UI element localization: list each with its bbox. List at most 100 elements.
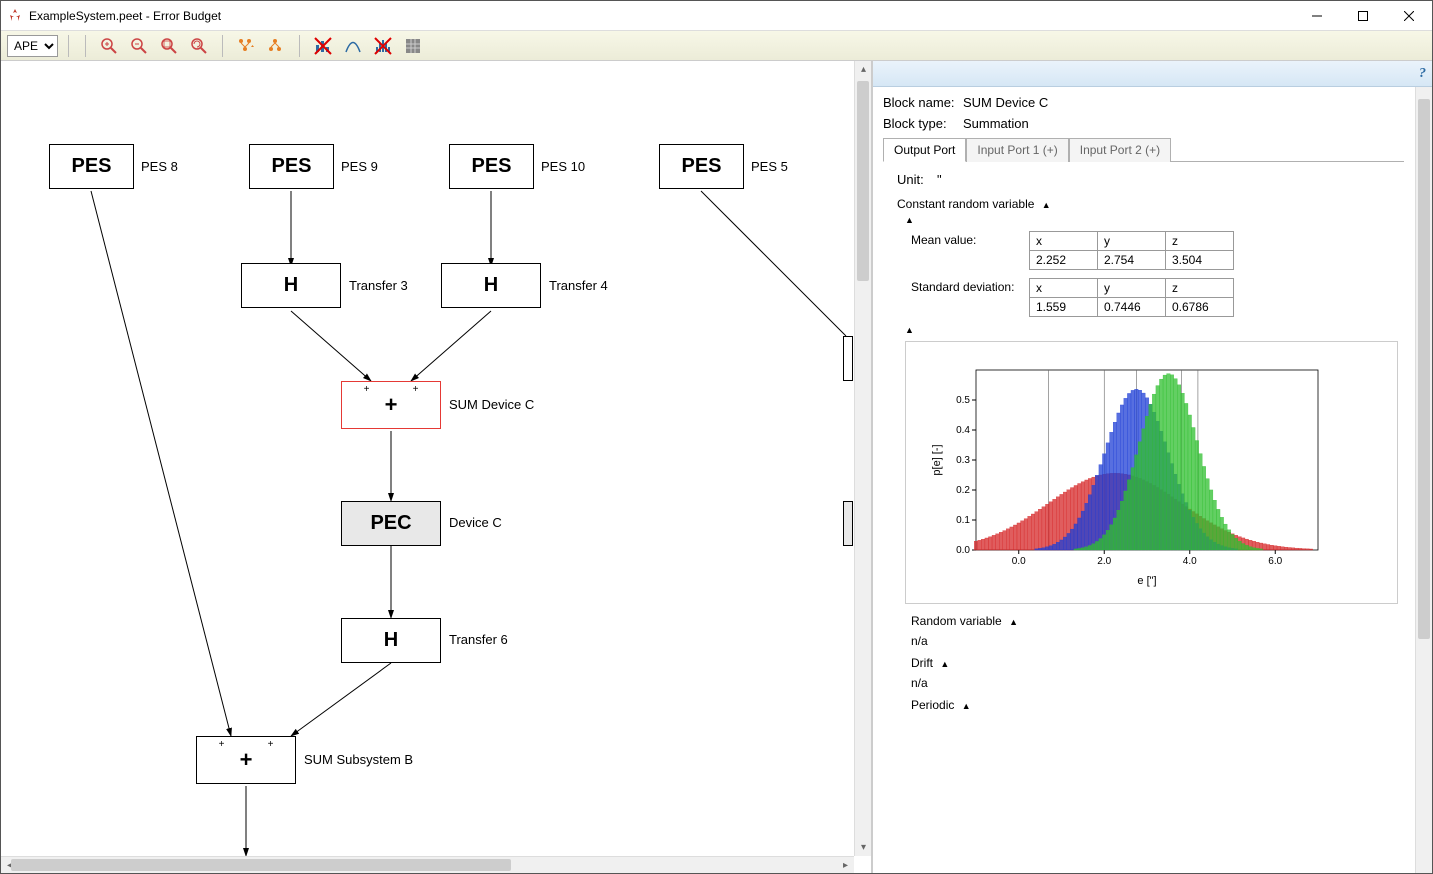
svg-text:0.0: 0.0	[1012, 556, 1026, 567]
block-label: Transfer 3	[349, 278, 408, 293]
panel-body: Block name:SUM Device C Block type:Summa…	[873, 87, 1432, 873]
collapse-icon[interactable]: ▲	[905, 215, 1398, 225]
block-sum-device-c[interactable]: ++ +	[341, 381, 441, 429]
block-label: SUM Subsystem B	[304, 752, 413, 767]
block-transfer-4[interactable]: H	[441, 263, 541, 308]
tree-expand-icon[interactable]	[233, 33, 259, 59]
block-label: Transfer 6	[449, 632, 508, 647]
rv-value: n/a	[911, 634, 1398, 648]
block-transfer-3[interactable]: H	[241, 263, 341, 308]
std-y: 0.7446	[1098, 298, 1166, 317]
hdr-z: z	[1166, 232, 1234, 251]
block-pes9[interactable]: PES	[249, 144, 334, 189]
block-name-value: SUM Device C	[963, 95, 1048, 110]
panel-scrollbar[interactable]	[1415, 87, 1432, 873]
std-table: xyz 1.5590.74460.6786	[1029, 278, 1234, 317]
std-label: Standard deviation:	[911, 278, 1029, 294]
close-button[interactable]	[1386, 1, 1432, 31]
block-label: Device C	[449, 515, 502, 530]
block-pec-device-c[interactable]: PEC	[341, 501, 441, 546]
mean-z: 3.504	[1166, 251, 1234, 270]
panel-header: ?	[873, 61, 1432, 87]
block-pes10[interactable]: PES	[449, 144, 534, 189]
zoom-reset-icon[interactable]	[186, 33, 212, 59]
window: ExampleSystem.peet - Error Budget APE	[0, 0, 1433, 874]
block-sum-subsystem-b[interactable]: ++ +	[196, 736, 296, 784]
block-pes5[interactable]: PES	[659, 144, 744, 189]
toolbar-separator	[68, 35, 69, 57]
window-title: ExampleSystem.peet - Error Budget	[29, 9, 1294, 23]
grid-icon[interactable]	[400, 33, 426, 59]
zoom-in-icon[interactable]	[96, 33, 122, 59]
block-transfer-6[interactable]: H	[341, 618, 441, 663]
scroll-thumb[interactable]	[857, 81, 869, 281]
collapse-icon: ▲	[962, 701, 971, 711]
main: PES PES 8 PES PES 9 PES PES 10 PES PES 5…	[1, 61, 1432, 873]
diagram-canvas[interactable]: PES PES 8 PES PES 9 PES PES 10 PES PES 5…	[1, 61, 854, 856]
svg-text:0.3: 0.3	[956, 455, 970, 466]
section-periodic[interactable]: Periodic ▲	[911, 698, 1398, 712]
maximize-button[interactable]	[1340, 1, 1386, 31]
tab-output-port[interactable]: Output Port	[883, 138, 966, 162]
block-label: Transfer 4	[549, 278, 608, 293]
chart-off-icon[interactable]	[310, 33, 336, 59]
block-type-value: Summation	[963, 116, 1029, 131]
drift-value: n/a	[911, 676, 1398, 690]
canvas-wrap: PES PES 8 PES PES 9 PES PES 10 PES PES 5…	[1, 61, 872, 873]
toolbar-separator	[222, 35, 223, 57]
block-type-label: Block type:	[883, 116, 963, 131]
toolbar-separator	[85, 35, 86, 57]
titlebar: ExampleSystem.peet - Error Budget	[1, 1, 1432, 31]
svg-text:0.4: 0.4	[956, 425, 970, 436]
app-icon	[7, 8, 23, 24]
block-name-label: Block name:	[883, 95, 963, 110]
collapse-icon: ▲	[940, 659, 949, 669]
mean-x: 2.252	[1030, 251, 1098, 270]
svg-text:p[e] [-]: p[e] [-]	[931, 444, 943, 475]
section-constant-random-variable[interactable]: Constant random variable ▲	[897, 197, 1398, 211]
unit-label: Unit:	[897, 172, 937, 187]
collapse-icon: ▲	[1009, 617, 1018, 627]
svg-text:e ["]: e ["]	[1137, 575, 1156, 587]
zoom-out-icon[interactable]	[126, 33, 152, 59]
block-label: SUM Device C	[449, 397, 534, 412]
svg-text:0.2: 0.2	[956, 485, 970, 496]
properties-panel: ? Block name:SUM Device C Block type:Sum…	[872, 61, 1432, 873]
zoom-fit-icon[interactable]	[156, 33, 182, 59]
std-z: 0.6786	[1166, 298, 1234, 317]
hdr-x: x	[1030, 232, 1098, 251]
mean-label: Mean value:	[911, 231, 1029, 247]
minimize-button[interactable]	[1294, 1, 1340, 31]
section-drift[interactable]: Drift ▲	[911, 656, 1398, 670]
hist-off-icon[interactable]	[370, 33, 396, 59]
section-random-variable[interactable]: Random variable ▲	[911, 614, 1398, 628]
dist-icon[interactable]	[340, 33, 366, 59]
horizontal-scrollbar[interactable]: ◂ ▸	[1, 856, 854, 873]
svg-text:2.0: 2.0	[1097, 556, 1111, 567]
mean-y: 2.754	[1098, 251, 1166, 270]
hdr-x: x	[1030, 279, 1098, 298]
distribution-chart: 0.00.10.20.30.40.50.02.04.06.0e ["]p[e] …	[905, 341, 1398, 604]
scroll-thumb[interactable]	[1418, 99, 1430, 639]
tab-content: Unit:" Constant random variable ▲ ▲ Mean…	[883, 161, 1404, 712]
mode-combo[interactable]: APE	[7, 35, 58, 57]
toolbar-separator	[299, 35, 300, 57]
svg-text:0.0: 0.0	[956, 545, 970, 556]
hdr-y: y	[1098, 279, 1166, 298]
help-icon[interactable]: ?	[1419, 66, 1426, 82]
tree-collapse-icon[interactable]	[263, 33, 289, 59]
collapse-icon[interactable]: ▲	[905, 325, 1398, 335]
block-partial[interactable]	[843, 336, 853, 381]
block-pes8[interactable]: PES	[49, 144, 134, 189]
hdr-y: y	[1098, 232, 1166, 251]
mean-table: xyz 2.2522.7543.504	[1029, 231, 1234, 270]
tab-input-port-2[interactable]: Input Port 2 (+)	[1069, 138, 1171, 162]
svg-text:0.1: 0.1	[956, 515, 970, 526]
svg-text:0.5: 0.5	[956, 395, 970, 406]
block-partial[interactable]	[843, 501, 853, 546]
port-tabs: Output Port Input Port 1 (+) Input Port …	[883, 137, 1404, 161]
tab-input-port-1[interactable]: Input Port 1 (+)	[966, 138, 1068, 162]
block-label: PES 10	[541, 159, 585, 174]
vertical-scrollbar[interactable]: ▴ ▾	[854, 61, 871, 856]
scroll-thumb[interactable]	[11, 859, 511, 871]
